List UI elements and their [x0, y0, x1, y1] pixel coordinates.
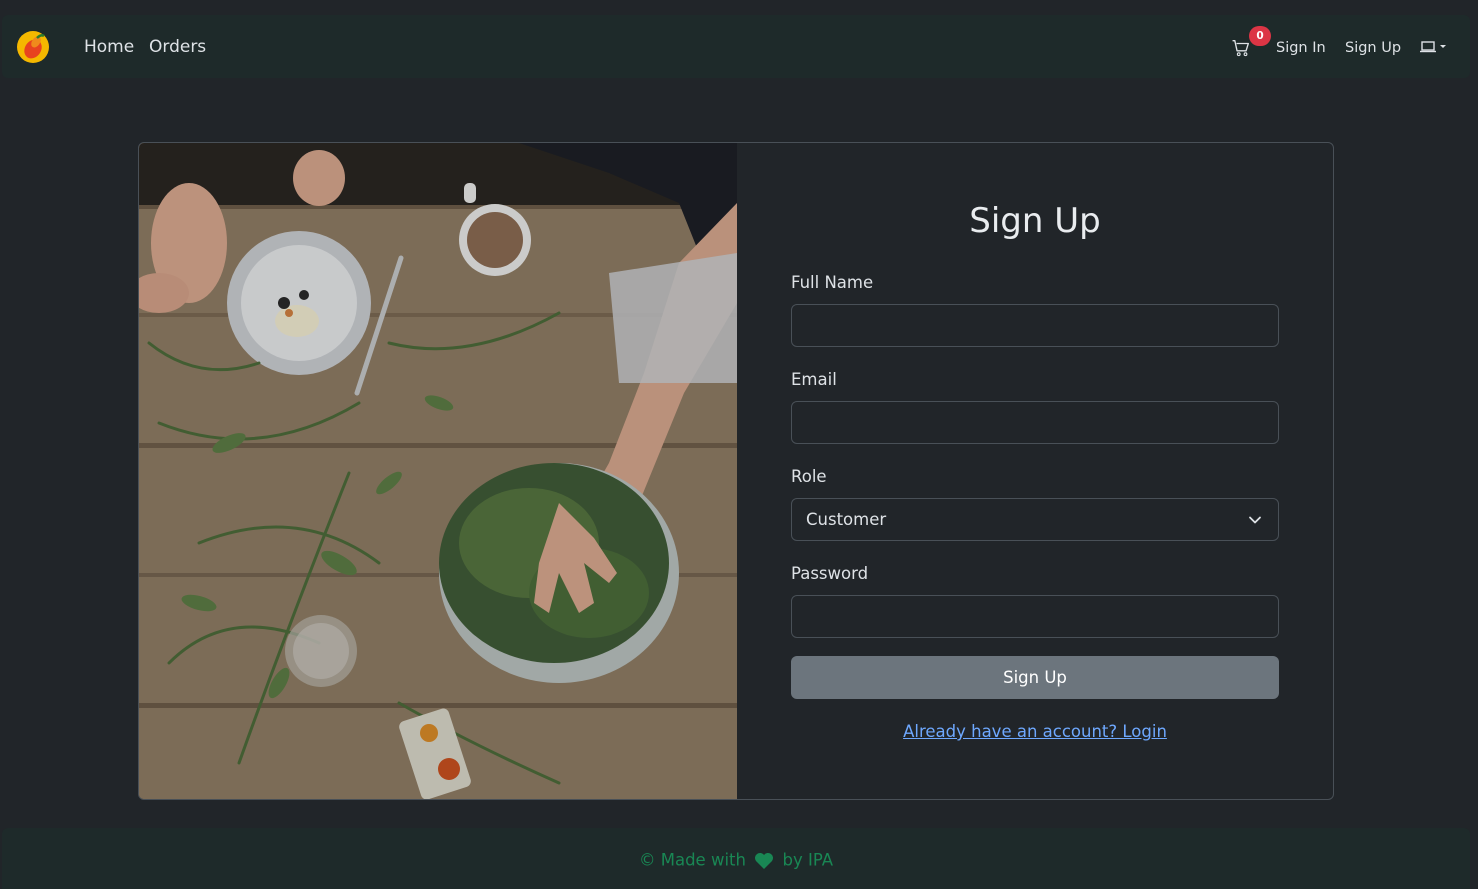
heart-icon — [755, 852, 774, 869]
chevron-down-icon — [1249, 516, 1261, 524]
password-field[interactable] — [791, 595, 1279, 638]
mango-logo-icon[interactable] — [16, 30, 50, 64]
signup-card: Sign Up Full Name Email Role Customer Pa… — [138, 142, 1334, 800]
role-selected-value: Customer — [806, 510, 887, 529]
nav-sign-up-link[interactable]: Sign Up — [1345, 39, 1401, 57]
email-field[interactable] — [791, 401, 1279, 444]
herbs-table-image — [139, 143, 737, 799]
cart-count-badge: 0 — [1249, 26, 1271, 46]
nav-orders-link[interactable]: Orders — [149, 37, 206, 57]
made-with-text: Made with — [660, 850, 746, 870]
signup-form: Sign Up Full Name Email Role Customer Pa… — [791, 143, 1279, 799]
copyright-symbol: © — [638, 850, 656, 870]
sign-up-button[interactable]: Sign Up — [791, 656, 1279, 699]
laptop-icon[interactable] — [1420, 39, 1450, 57]
page-title: Sign Up — [969, 201, 1101, 241]
email-label: Email — [791, 370, 837, 389]
full-name-label: Full Name — [791, 273, 874, 292]
password-label: Password — [791, 564, 869, 583]
navbar: Home Orders 0 Sign In Sign Up — [2, 15, 1470, 78]
cart-icon[interactable] — [1232, 39, 1250, 57]
footer: © Made with by IPA — [2, 828, 1470, 889]
herbs-table-photo — [139, 143, 737, 799]
by-text: by IPA — [782, 850, 833, 870]
nav-home-link[interactable]: Home — [84, 37, 134, 57]
nav-sign-in-link[interactable]: Sign In — [1276, 39, 1326, 57]
footer-text: © Made with by IPA — [2, 850, 1470, 871]
role-label: Role — [791, 467, 827, 486]
login-link[interactable]: Already have an account? Login — [791, 722, 1279, 742]
full-name-field[interactable] — [791, 304, 1279, 347]
role-select[interactable]: Customer — [791, 498, 1279, 541]
